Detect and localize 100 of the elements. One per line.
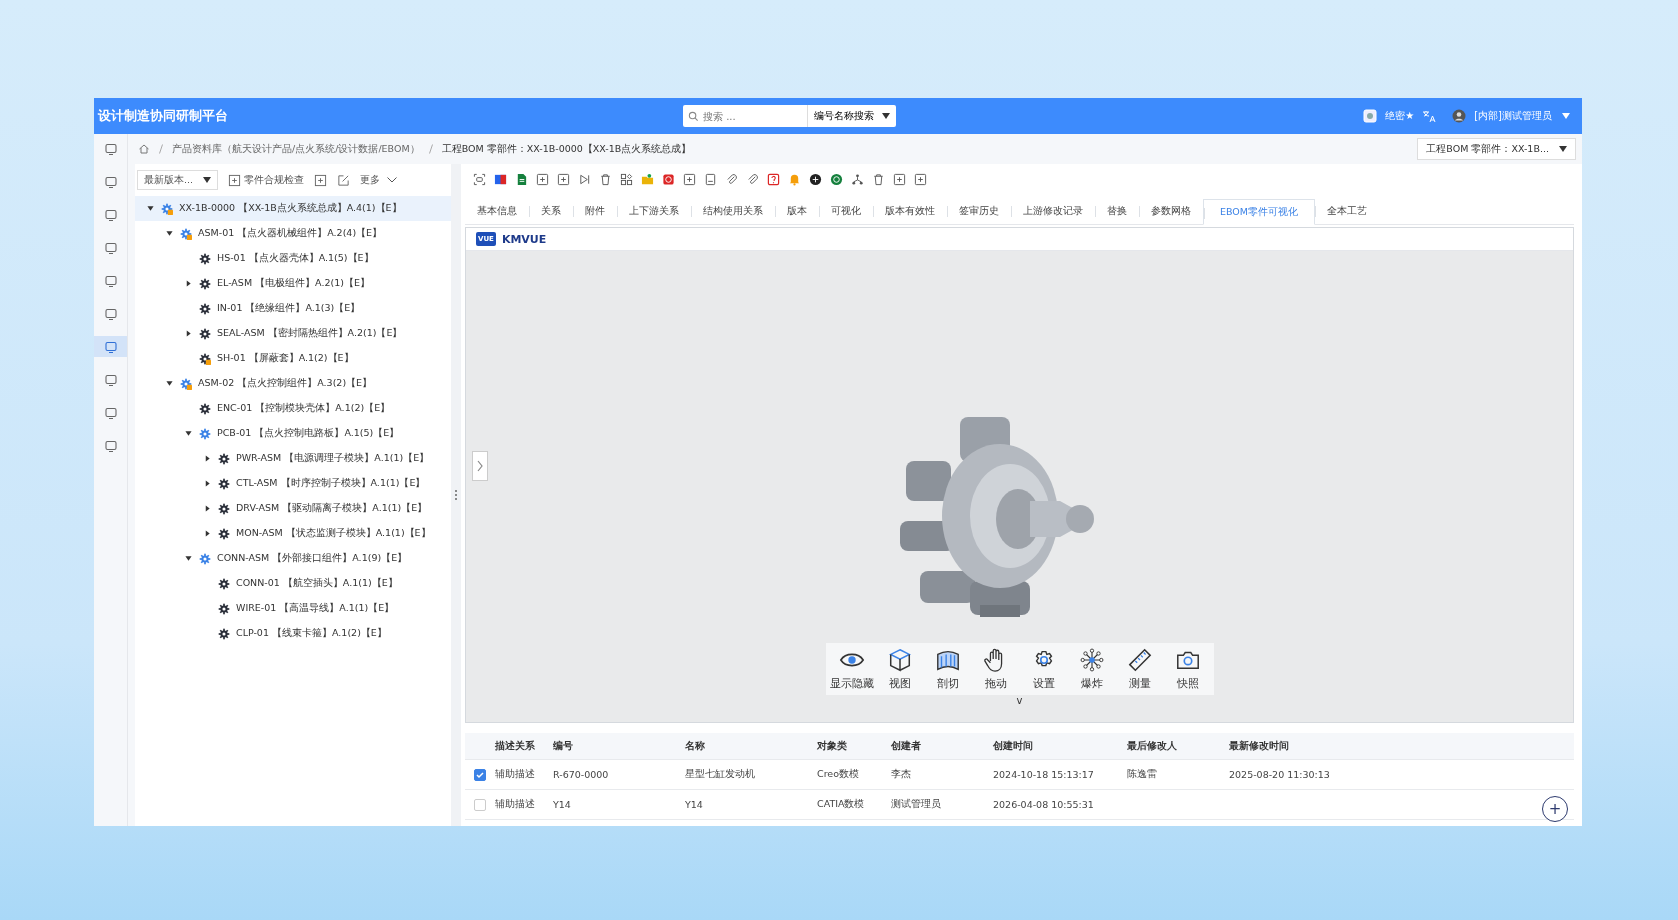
tab[interactable]: 全本工艺 (1315, 198, 1380, 224)
tab[interactable]: 版本 (775, 198, 819, 224)
security-level: 绝密★ (1385, 109, 1415, 123)
slash-separator-icon (428, 144, 433, 154)
tab[interactable]: EBOM零件可视化 (1203, 199, 1316, 225)
tree-item[interactable]: ASM-01 【点火器机械组件】A.2(4)【E】 (135, 221, 451, 246)
row-checkbox[interactable] (474, 798, 486, 811)
slash-separator-icon (159, 144, 163, 154)
camera-tool[interactable]: 快照 (1163, 647, 1212, 691)
search-field[interactable]: 搜索 ... (683, 105, 807, 127)
tree-item[interactable]: SH-01 【屏蔽套】A.1(2)【E】 (135, 346, 451, 371)
tree-item[interactable]: EL-ASM 【电极组件】A.2(1)【E】 (135, 271, 451, 296)
tree-item[interactable]: CTL-ASM 【时序控制子模块】A.1(1)【E】 (135, 471, 451, 496)
tab[interactable]: 结构使用关系 (691, 198, 775, 224)
tab[interactable]: 替换 (1095, 198, 1139, 224)
tree-icon[interactable] (851, 172, 864, 186)
avatar-icon[interactable] (1452, 109, 1467, 123)
nodes-icon (1078, 647, 1105, 673)
tab[interactable]: 基本信息 (465, 198, 529, 224)
grid-icon[interactable] (620, 172, 633, 186)
hand-tool[interactable]: 拖动 (971, 647, 1020, 691)
add-button[interactable]: + (1542, 796, 1568, 822)
folder-icon[interactable] (641, 172, 654, 186)
doc-icon[interactable] (515, 172, 528, 186)
tab[interactable]: 上游修改记录 (1011, 198, 1095, 224)
collapsed-arrow-icon[interactable] (203, 505, 211, 512)
collapsed-arrow-icon[interactable] (184, 330, 192, 337)
table-cell: 2026-04-08 10:55:31 (993, 799, 1094, 810)
version-select[interactable]: 最新版本... (137, 170, 219, 190)
expanded-arrow-icon[interactable] (146, 205, 154, 212)
search-mode-select[interactable]: 编号名称搜索 (807, 105, 896, 127)
caret-icon (203, 177, 212, 183)
tree-item[interactable]: WIRE-01 【高温导线】A.1(1)【E】 (135, 596, 451, 621)
table-cell: CATIA数模 (817, 798, 865, 809)
expanded-arrow-icon[interactable] (184, 430, 192, 437)
more-menu[interactable]: 更多 (360, 173, 398, 187)
chevron-right-icon (476, 459, 484, 473)
cube-tool[interactable]: 视图 (875, 647, 924, 691)
tree-item[interactable]: MON-ASM 【状态监测子模块】A.1(1)【E】 (135, 521, 451, 546)
edit-icon[interactable] (337, 173, 351, 187)
expanded-arrow-icon[interactable] (165, 230, 173, 237)
ruler-tool[interactable]: 测量 (1115, 647, 1164, 691)
photo-icon[interactable] (1363, 109, 1378, 123)
nav-icon[interactable] (94, 336, 127, 357)
frame-icon[interactable] (473, 172, 486, 186)
splitter-handle[interactable] (454, 489, 458, 501)
breadcrumb-link[interactable]: 产品资料库（航天设计产品/点火系统/设计数据/EBOM） (172, 142, 420, 156)
column-header: 名称 (685, 739, 706, 753)
tree-item[interactable]: HS-01 【点火器壳体】A.1(5)【E】 (135, 246, 451, 271)
explode-tool[interactable]: 爆炸 (1067, 647, 1116, 691)
collapsed-arrow-icon[interactable] (203, 480, 211, 487)
clip-icon[interactable] (746, 172, 759, 186)
collapse-toggle[interactable]: v (1016, 695, 1023, 706)
play-icon[interactable] (578, 172, 591, 186)
tree-item[interactable]: CONN-ASM 【外部接口组件】A.1(9)【E】 (135, 546, 451, 571)
tab[interactable]: 上下游关系 (617, 198, 691, 224)
tree-item[interactable]: PCB-01 【点火控制电路板】A.1(5)【E】 (135, 421, 451, 446)
table-cell: 2025-08-20 11:30:13 (1229, 769, 1330, 780)
gear-tool[interactable]: 设置 (1019, 647, 1068, 691)
tab[interactable]: 附件 (573, 198, 617, 224)
clip-icon[interactable] (725, 172, 738, 186)
table-cell: 测试管理员 (891, 798, 941, 809)
trash-icon[interactable] (599, 172, 612, 186)
plus-icon[interactable] (914, 172, 927, 186)
trash-icon[interactable] (872, 172, 885, 186)
home-icon[interactable] (138, 143, 150, 155)
expanded-arrow-icon[interactable] (184, 555, 192, 562)
column-header: 最新修改时间 (1229, 739, 1290, 753)
tab[interactable]: 版本有效性 (873, 198, 947, 224)
breadcrumb-link[interactable]: 工程BOM 零部件：XX-1B-0000【XX-1B点火系统总成】 (441, 142, 692, 156)
tab[interactable]: 关系 (529, 198, 573, 224)
expanded-arrow-icon[interactable] (165, 380, 173, 387)
tree-item[interactable]: ASM-02 【点火控制组件】A.3(2)【E】 (135, 371, 451, 396)
caret-icon (1559, 146, 1567, 152)
section-tool[interactable]: 剖切 (923, 647, 972, 691)
column-header: 对象类 (817, 739, 848, 753)
compliance-check-button[interactable]: 零件合规检查 (228, 173, 305, 187)
help-icon[interactable] (767, 172, 780, 186)
collapsed-arrow-icon[interactable] (203, 530, 211, 537)
object-select[interactable]: 工程BOM 零部件：XX-1B... (1417, 138, 1576, 160)
column-header: 创建者 (891, 739, 922, 753)
plus-icon[interactable] (893, 172, 906, 186)
tree-item[interactable]: CLP-01 【线束卡箍】A.1(2)【E】 (135, 621, 451, 646)
eye-tool[interactable]: 显示隐藏 (827, 647, 876, 691)
tab[interactable]: 参数网格 (1139, 198, 1203, 224)
tree-item[interactable]: ENC-01 【控制模块壳体】A.1(2)【E】 (135, 396, 451, 421)
tree-item[interactable]: SEAL-ASM 【密封隔热组件】A.2(1)【E】 (135, 321, 451, 346)
tree-item[interactable]: DRV-ASM 【驱动隔离子模块】A.1(1)【E】 (135, 496, 451, 521)
add-icon[interactable] (314, 173, 328, 187)
collapsed-arrow-icon[interactable] (203, 455, 211, 462)
tree-item[interactable]: XX-1B-0000 【XX-1B点火系统总成】A.4(1)【E】 (135, 196, 451, 221)
row-checkbox[interactable] (474, 768, 486, 781)
tab[interactable]: 签审历史 (947, 198, 1011, 224)
tree-item[interactable]: PWR-ASM 【电源调理子模块】A.1(1)【E】 (135, 446, 451, 471)
tree-item[interactable]: IN-01 【绝缘组件】A.1(3)【E】 (135, 296, 451, 321)
caret-icon[interactable] (1562, 113, 1570, 119)
translate-icon[interactable] (1422, 109, 1437, 123)
collapsed-arrow-icon[interactable] (184, 280, 192, 287)
tree-item[interactable]: CONN-01 【航空插头】A.1(1)【E】 (135, 571, 451, 596)
tab[interactable]: 可视化 (819, 198, 873, 224)
